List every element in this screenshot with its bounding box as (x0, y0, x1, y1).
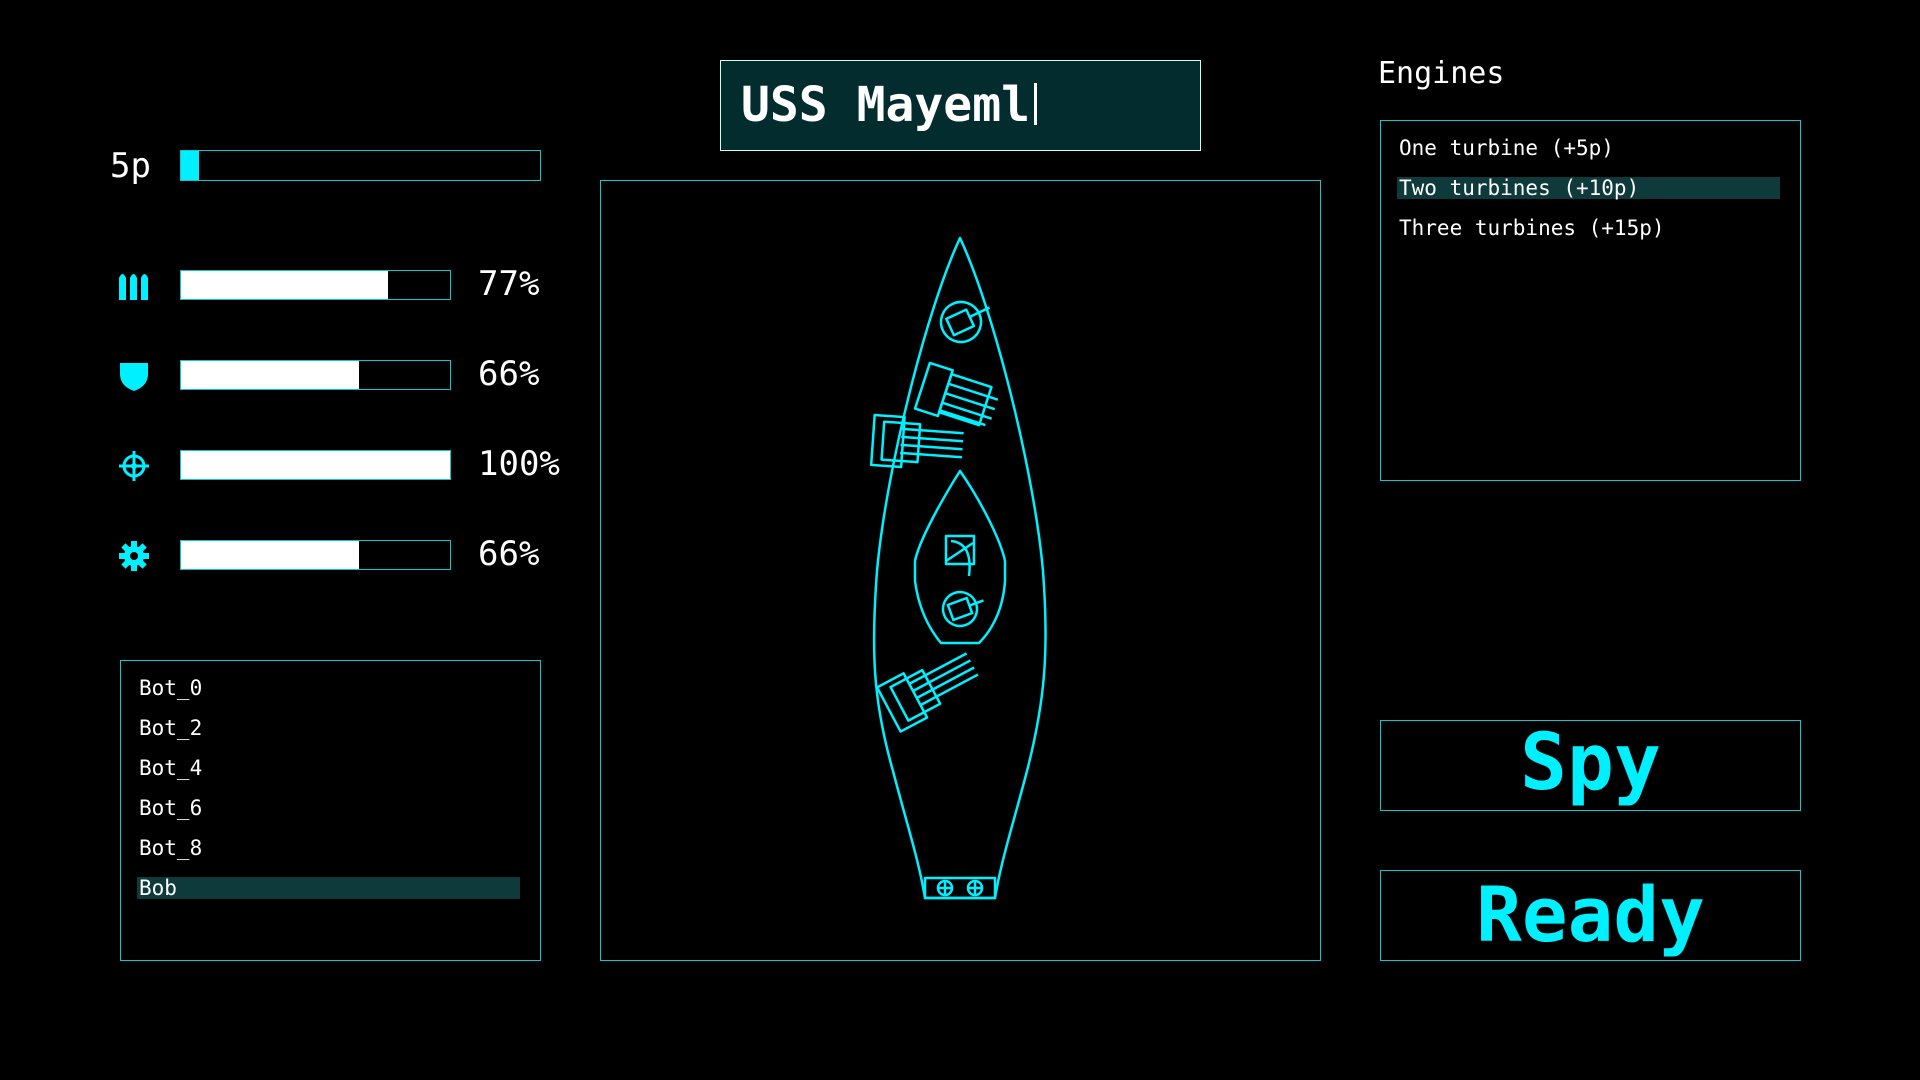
radar-dish (944, 534, 976, 577)
ship-name-field[interactable]: USS Mayeml (720, 60, 1201, 151)
ship-schematic (869, 236, 1047, 900)
armor-bar (180, 360, 451, 390)
points-label: 5p (110, 146, 151, 186)
ammo-bar-fill (181, 271, 389, 299)
ship-name-text[interactable]: USS Mayeml (741, 77, 1030, 133)
stat-row-engine: 66% (116, 534, 556, 574)
ship-viewport (600, 180, 1321, 961)
torpedo-launcher-front (913, 361, 999, 427)
mid-turret (941, 590, 984, 628)
text-cursor (1034, 83, 1037, 125)
stat-row-ammo: 77% (116, 264, 556, 304)
spy-button[interactable]: Spy (1380, 720, 1801, 811)
crew-list[interactable]: Bot_0 Bot_2 Bot_4 Bot_6 Bot_8 Bob (120, 660, 541, 961)
main-gun-front (869, 413, 964, 469)
crosshair-icon (116, 450, 152, 482)
ammo-value: 77% (478, 264, 540, 304)
engine-option[interactable]: Two turbines (+10p) (1397, 177, 1780, 199)
engines-title: Engines (1378, 56, 1505, 91)
list-item[interactable]: Bot_8 (137, 837, 202, 859)
accuracy-bar (180, 450, 451, 480)
list-item[interactable]: Bot_0 (137, 677, 202, 699)
stern-turbines (923, 876, 997, 900)
list-item[interactable]: Bot_6 (137, 797, 202, 819)
ammo-bar (180, 270, 451, 300)
stat-row-accuracy: 100% (116, 444, 560, 484)
shield-icon (116, 360, 152, 392)
engines-list[interactable]: One turbine (+5p) Two turbines (+10p) Th… (1380, 120, 1801, 481)
main-gun-rear (875, 652, 979, 733)
engine-option[interactable]: Three turbines (+15p) (1397, 217, 1780, 239)
list-item[interactable]: Bot_4 (137, 757, 202, 779)
ammo-icon (116, 270, 152, 302)
ready-button[interactable]: Ready (1380, 870, 1801, 961)
engine-bar (180, 540, 451, 570)
bow-turret (939, 300, 991, 344)
list-item[interactable]: Bob (137, 877, 520, 899)
accuracy-bar-fill (181, 451, 450, 479)
gear-icon (116, 540, 152, 572)
armor-bar-fill (181, 361, 359, 389)
list-item[interactable]: Bot_2 (137, 717, 202, 739)
points-bar-fill (181, 151, 199, 180)
armor-value: 66% (478, 354, 540, 394)
engine-value: 66% (478, 534, 540, 574)
engine-bar-fill (181, 541, 359, 569)
engine-option[interactable]: One turbine (+5p) (1397, 137, 1780, 159)
ship-hull (872, 236, 1047, 900)
points-bar (180, 150, 541, 181)
stat-row-armor: 66% (116, 354, 556, 394)
accuracy-value: 100% (478, 444, 560, 484)
